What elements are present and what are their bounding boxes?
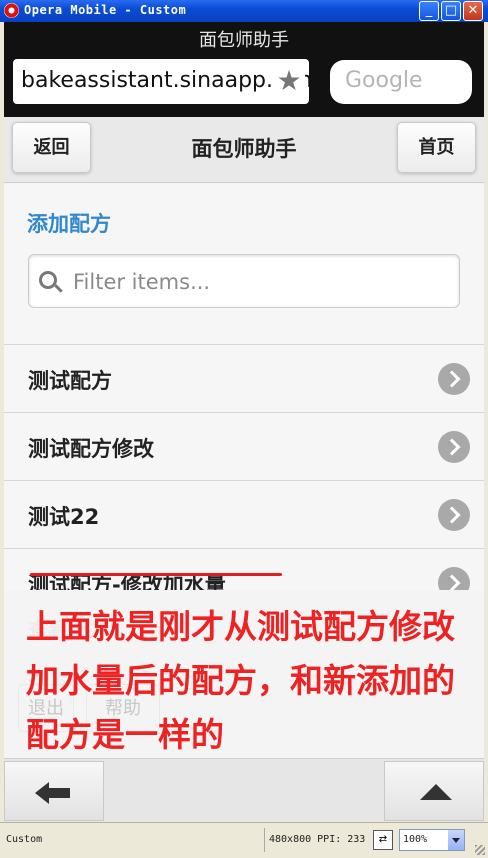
back-button[interactable]: 返回: [12, 122, 91, 173]
browser-menu-button[interactable]: [384, 761, 484, 821]
resize-grip-icon[interactable]: [475, 845, 485, 855]
resolution-label: 480x800 PPI: 233: [264, 828, 365, 852]
list-item[interactable]: 测试22: [4, 480, 484, 548]
profile-label: Custom: [6, 834, 43, 845]
home-button[interactable]: 首页: [397, 122, 476, 173]
arrow-up-icon: [420, 784, 452, 800]
filter-input[interactable]: [73, 265, 443, 299]
list-item[interactable]: 测试配方修改: [4, 412, 484, 480]
chevron-right-icon: [438, 363, 470, 395]
phone-screen: 面包师助手 bakeassistant.sinaapp.com ★ Google…: [4, 22, 484, 822]
annotation-text: 上面就是刚才从测试配方修改加水量后的配方，和新添加的配方是一样的: [26, 607, 455, 754]
bookmark-star-icon[interactable]: ★: [273, 65, 305, 97]
browser-bottom-nav: [4, 758, 484, 822]
filter-field[interactable]: [28, 254, 460, 308]
browser-back-button[interactable]: [4, 761, 104, 821]
annotation-underline: [30, 573, 282, 576]
browser-page-title: 面包师助手: [199, 30, 289, 51]
arrow-left-icon: [35, 782, 70, 804]
list-item-label: 测试配方: [28, 369, 112, 393]
address-bar[interactable]: bakeassistant.sinaapp.com ★: [13, 59, 309, 104]
window-title: Opera Mobile - Custom: [24, 3, 187, 17]
search-placeholder: Google: [345, 68, 423, 93]
browser-toolbar: 面包师助手 bakeassistant.sinaapp.com ★ Google: [4, 22, 484, 117]
chevron-right-icon: [438, 431, 470, 463]
maximize-button[interactable]: □: [441, 1, 461, 21]
chevron-down-icon[interactable]: [448, 830, 464, 850]
list-item-label: 测试22: [28, 505, 100, 529]
search-icon: [39, 271, 57, 289]
zoom-select[interactable]: 100%: [399, 829, 465, 851]
window-titlebar: Opera Mobile - Custom _ □ ✕: [0, 0, 488, 22]
address-text: bakeassistant.sinaapp.com: [21, 68, 309, 93]
opera-icon: [4, 3, 19, 18]
close-button[interactable]: ✕: [463, 1, 483, 21]
list-item-label: 测试配方修改: [28, 437, 154, 461]
chevron-right-icon: [438, 499, 470, 531]
minimize-button[interactable]: _: [419, 1, 439, 21]
page-title: 面包师助手: [191, 137, 297, 161]
emulator-statusbar: Custom 480x800 PPI: 233 ⇄ 100%: [0, 822, 488, 858]
page-header: 返回 面包师助手 首页: [4, 117, 484, 183]
rotate-icon[interactable]: ⇄: [373, 830, 393, 850]
search-field[interactable]: Google: [330, 60, 472, 104]
zoom-value: 100%: [403, 834, 428, 845]
add-recipe-link[interactable]: 添加配方: [27, 208, 111, 238]
list-item[interactable]: 测试配方: [4, 344, 484, 412]
